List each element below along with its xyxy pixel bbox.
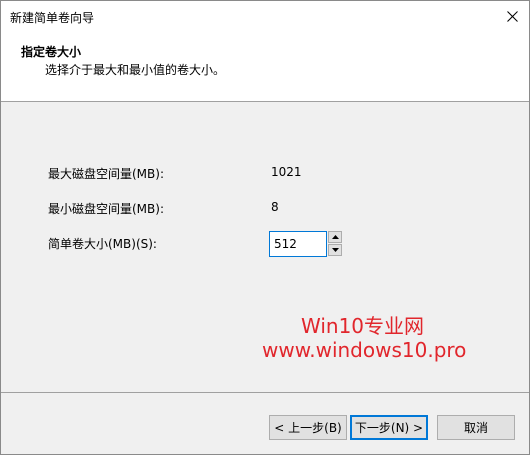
window-title: 新建简单卷向导 — [10, 11, 95, 25]
wizard-window: 新建简单卷向导 指定卷大小 选择介于最大和最小值的卷大小。 最大磁盘空间量(MB… — [0, 0, 530, 455]
volume-size-stepper — [269, 231, 342, 257]
close-icon — [506, 10, 518, 22]
watermark-url: www.windows10.pro — [262, 338, 467, 362]
cancel-button[interactable]: 取消 — [437, 415, 515, 440]
spin-up-button[interactable] — [328, 231, 342, 243]
title-bar: 新建简单卷向导 — [1, 1, 529, 31]
page-subtitle: 选择介于最大和最小值的卷大小。 — [45, 63, 226, 77]
volume-size-label: 简单卷大小(MB)(S): — [48, 237, 157, 251]
watermark-title: Win10专业网 — [301, 314, 425, 338]
close-button[interactable] — [501, 5, 523, 27]
page-title: 指定卷大小 — [21, 45, 82, 59]
triangle-down-icon — [331, 248, 339, 252]
back-button[interactable]: < 上一步(B) — [269, 415, 347, 440]
max-space-value: 1021 — [271, 165, 302, 179]
footer-divider — [1, 392, 529, 393]
min-space-label: 最小磁盘空间量(MB): — [48, 202, 164, 216]
min-space-value: 8 — [271, 200, 279, 214]
max-space-label: 最大磁盘空间量(MB): — [48, 167, 164, 181]
next-button[interactable]: 下一步(N) > — [350, 415, 428, 440]
triangle-up-icon — [331, 235, 339, 239]
wizard-header: 指定卷大小 选择介于最大和最小值的卷大小。 — [1, 31, 529, 102]
volume-size-input[interactable] — [269, 231, 327, 257]
spin-down-button[interactable] — [328, 244, 342, 256]
wizard-content: 最大磁盘空间量(MB): 1021 最小磁盘空间量(MB): 8 简单卷大小(M… — [1, 102, 529, 392]
